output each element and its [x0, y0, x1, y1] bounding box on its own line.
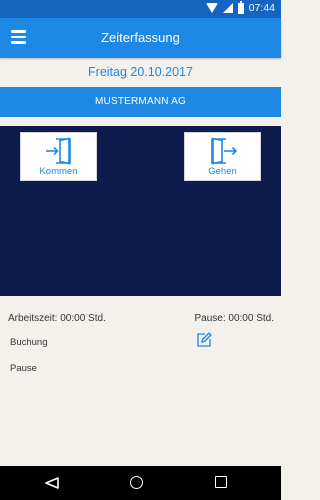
- buchung-label: Buchung: [10, 337, 48, 348]
- door-enter-icon: [46, 137, 71, 165]
- kommen-button[interactable]: Kommen: [20, 132, 97, 181]
- home-icon[interactable]: [130, 476, 143, 489]
- back-icon[interactable]: [44, 476, 60, 490]
- pause-label: Pause: [10, 363, 37, 374]
- edit-icon[interactable]: [196, 332, 212, 348]
- app-title: Zeiterfassung: [101, 30, 180, 45]
- recents-icon[interactable]: [215, 476, 227, 488]
- kommen-label: Kommen: [39, 166, 78, 177]
- app-bar: Zeiterfassung: [0, 18, 281, 58]
- status-time: 07:44: [248, 2, 275, 14]
- navigation-bar: [0, 466, 281, 500]
- date-label: Freitag 20.10.2017: [88, 65, 193, 79]
- gehen-button[interactable]: Gehen: [184, 132, 261, 181]
- gehen-label: Gehen: [208, 166, 237, 177]
- door-exit-icon: [211, 137, 238, 165]
- clock-panel: Kommen Gehen: [0, 126, 281, 296]
- arbeitszeit-summary: Arbeitszeit: 00:00 Std.: [8, 313, 106, 324]
- battery-icon: [237, 0, 244, 14]
- pause-summary: Pause: 00:00 Std.: [194, 313, 274, 324]
- wifi-icon: [205, 3, 218, 13]
- company-banner: MUSTERMANN AG: [0, 87, 281, 117]
- signal-icon: [222, 3, 233, 13]
- status-bar-indicators: 07:44: [205, 0, 275, 14]
- status-bar: 07:44: [0, 0, 281, 18]
